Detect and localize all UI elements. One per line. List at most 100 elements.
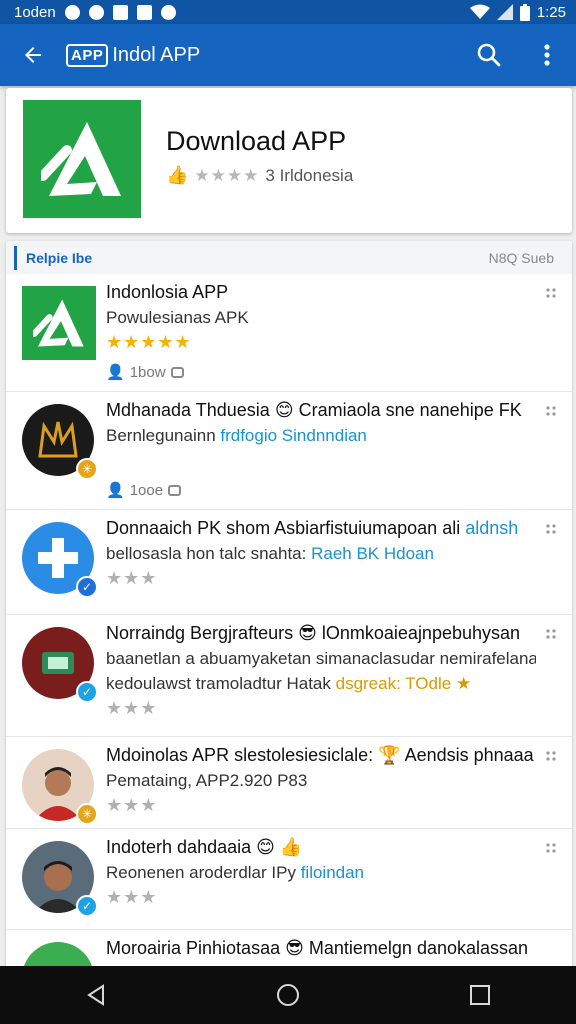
- battery-icon: [519, 3, 530, 21]
- nav-home-button[interactable]: [248, 966, 328, 1024]
- clock-label: 1:25: [536, 3, 566, 21]
- list-item-title: Mdhanada Thduesia 😊 Cramiaola sne nanehi…: [106, 398, 536, 423]
- list-item[interactable]: ✳ Mdoinolas APR slestolesiesiclale: 🏆 Ae…: [6, 737, 572, 829]
- list-item-text: Donnaaich PK shom Asbiarfistuiumapoan al…: [106, 516, 536, 591]
- signal-icon: [496, 4, 513, 20]
- notification-status-icon: [160, 4, 176, 20]
- list-item-subtitle: baanetlan a abuamyaketan simanaclasudar …: [106, 649, 536, 668]
- nav-home-icon: [277, 984, 299, 1006]
- verified-badge-icon: ✓: [76, 895, 98, 917]
- section-header: Relpie Ibe N8Q Sueb: [6, 241, 572, 274]
- list-item-title-text: Indoterh dahdaaia: [106, 837, 252, 857]
- header-title: Download APP: [166, 126, 347, 156]
- list-item-title: Moroairia Pinhiotasaa 😎 Mantiemelgn dano…: [106, 936, 536, 961]
- wifi-icon: [469, 4, 490, 19]
- list-item-text: Mdhanada Thduesia 😊 Cramiaola sne nanehi…: [106, 398, 536, 503]
- status-right: 1:25: [469, 3, 566, 21]
- list-item-text: Mdoinolas APR slestolesiesiclale: 🏆 Aend…: [106, 743, 536, 818]
- app-avatar: ✳: [22, 749, 98, 825]
- verified-badge-icon: ✓: [76, 576, 98, 598]
- list-item[interactable]: Indonlosia APP Powulesianas APK ★★★★★ 👤 …: [6, 274, 572, 392]
- list-item-subtitle: Powulesianas APK: [106, 308, 249, 327]
- nav-recents-button[interactable]: [440, 966, 520, 1024]
- drag-handle-icon[interactable]: [546, 524, 556, 543]
- app-list-card: Relpie Ibe N8Q Sueb Indonlosia APP Powul…: [6, 241, 572, 981]
- section-right-label[interactable]: N8Q Sueb: [489, 250, 554, 266]
- list-item-title-text: Moroairia Pinhiotasaa: [106, 938, 281, 958]
- app-header-card[interactable]: Download APP 👍 ★★★★ 3 Irldonesia: [6, 88, 572, 233]
- drag-handle-icon[interactable]: [546, 751, 556, 770]
- screen: 1oden 1:25 APP Indol APP Download APP 👍 …: [0, 0, 576, 1024]
- thumbs-up-icon: 👍: [279, 837, 303, 857]
- nav-back-button[interactable]: [56, 966, 136, 1024]
- trophy-icon: 🏆: [378, 745, 401, 765]
- drag-handle-icon[interactable]: [546, 629, 556, 648]
- sparkle-badge-icon: ✳: [76, 803, 98, 825]
- list-item-title: Indonlosia APP: [106, 282, 229, 302]
- list-item-stars: ★★★: [106, 568, 158, 588]
- sync-status-icon: [64, 4, 80, 20]
- app-avatar: ✓: [22, 522, 98, 598]
- list-item-subtitle-text: Bernlegunainn: [106, 426, 221, 445]
- drag-handle-icon[interactable]: [546, 843, 556, 862]
- list-item-stars: ★★★: [106, 698, 158, 718]
- list-item-text: Norraindg Bergjrafteurs 😎 lOnmkoaieajnpe…: [106, 621, 536, 721]
- drag-handle-icon[interactable]: [546, 406, 556, 425]
- list-item-subtitle-2-text: kedoulawst tramoladtur Hatak: [106, 674, 336, 693]
- list-item-highlight: dsgreak: TOdle: [335, 674, 452, 693]
- list-item-meta: 👤 1bow: [106, 360, 536, 385]
- list-item-stars: ★★★: [106, 795, 158, 815]
- list-item[interactable]: ✓ Indoterh dahdaaia 😊 👍 Reonenen aroderd…: [6, 829, 572, 930]
- list-item-stars: ★★★: [106, 887, 158, 907]
- system-nav-bar: [0, 966, 576, 1024]
- list-item-title-text: Donnaaich PK shom Asbiarfistuiumapoan al…: [106, 518, 466, 538]
- settings-status-icon: [88, 4, 104, 20]
- section-accent: [14, 245, 17, 270]
- logo-box: APP: [66, 43, 109, 67]
- save-status-icon: [136, 4, 152, 20]
- app-bar: APP Indol APP: [0, 24, 576, 86]
- app-avatar: ✓: [22, 627, 98, 703]
- list-item[interactable]: ✓ Donnaaich PK shom Asbiarfistuiumapoan …: [6, 510, 572, 615]
- list-item-subtitle: Reonenen aroderdlar IPy filoindan: [106, 860, 536, 885]
- app-bar-title: Indol APP: [112, 43, 201, 66]
- nav-back-icon: [87, 984, 104, 1006]
- user-icon: 👤: [106, 482, 125, 499]
- list-item-link[interactable]: frdfogio Sindnndian: [220, 426, 367, 445]
- list-item-link[interactable]: Raeh BK Hdoan: [311, 544, 434, 563]
- list-item-subtitle: bellosasla hon talc snahta: Raeh BK Hdoa…: [106, 541, 536, 566]
- search-button[interactable]: [460, 24, 518, 86]
- header-meta-text: 3 Irldonesia: [265, 165, 354, 185]
- emoji-icon: 😎: [285, 938, 304, 958]
- app-avatar: ✓: [22, 841, 98, 917]
- carrier-label: 1oden: [14, 3, 56, 21]
- nav-recents-icon: [470, 985, 490, 1005]
- comment-icon: [170, 367, 184, 378]
- back-button[interactable]: [0, 24, 66, 86]
- list-item-text: Moroairia Pinhiotasaa 😎 Mantiemelgn dano…: [106, 936, 536, 961]
- verified-badge-icon: ✓: [76, 681, 98, 703]
- list-item-subtitle-text: bellosasla hon talc snahta:: [106, 544, 312, 563]
- section-title[interactable]: Relpie Ibe: [26, 250, 92, 266]
- header-rating-stars: ★★★★: [194, 165, 260, 185]
- drag-handle-icon[interactable]: [546, 288, 556, 307]
- list-item-title-tail: Aendsis phnaaa: [404, 745, 534, 765]
- list-item[interactable]: ✓ Norraindg Bergjrafteurs 😎 lOnmkoaieajn…: [6, 615, 572, 737]
- list-item-subtitle: Pemataing, APP2.920 P83: [106, 771, 308, 790]
- list-item-title-text: Mdhanada Thduesia: [106, 400, 270, 420]
- list-item-stars: ★★★★★: [106, 332, 192, 352]
- list-item-title-link[interactable]: aldnsh: [465, 518, 518, 538]
- search-icon: [477, 43, 501, 67]
- app-avatar: ✳: [22, 404, 98, 480]
- list-item[interactable]: ✳ Mdhanada Thduesia 😊 Cramiaola sne nane…: [6, 392, 572, 510]
- list-item-subtitle-text: Reonenen aroderdlar IPy: [106, 863, 301, 882]
- star-icon: ★: [455, 674, 472, 693]
- list-item-title: Norraindg Bergjrafteurs 😎 lOnmkoaieajnpe…: [106, 621, 536, 646]
- list-item-subtitle-2: kedoulawst tramoladtur Hatak dsgreak: TO…: [106, 671, 536, 696]
- list-item-text: Indonlosia APP Powulesianas APK ★★★★★ 👤 …: [106, 280, 536, 385]
- app-bar-actions: [460, 24, 576, 86]
- list-item-link[interactable]: filoindan: [301, 863, 364, 882]
- more-options-button[interactable]: [518, 24, 576, 86]
- back-arrow-icon: [25, 47, 41, 63]
- comment-icon: [168, 485, 182, 496]
